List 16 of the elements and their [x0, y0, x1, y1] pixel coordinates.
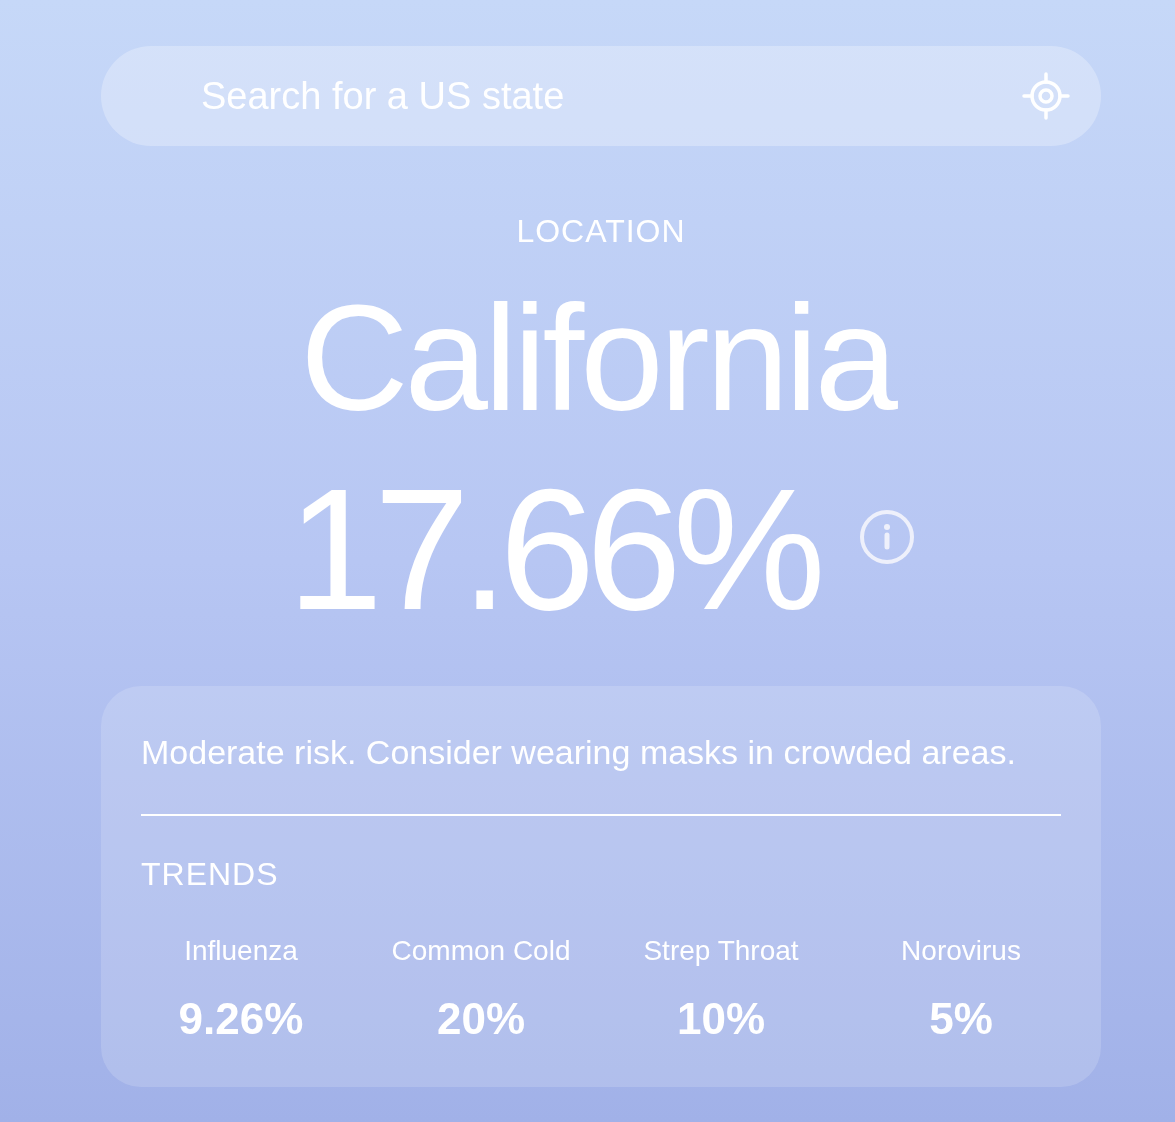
- trend-name: Norovirus: [901, 934, 1021, 968]
- location-label: LOCATION: [516, 213, 686, 249]
- trend-name: Strep Throat: [643, 934, 799, 968]
- trend-value: 9.26%: [178, 994, 304, 1044]
- crosshair-icon: [1022, 72, 1070, 120]
- location-name: California: [300, 283, 897, 433]
- trend-value: 5%: [929, 994, 993, 1044]
- advice-message: Moderate risk. Consider wearing masks in crowded areas.: [141, 732, 1017, 772]
- rate-value: 17.66%: [287, 463, 819, 635]
- info-icon[interactable]: [858, 509, 915, 565]
- trend-name: Common Cold: [391, 934, 571, 968]
- trend-value: 20%: [436, 994, 526, 1044]
- trends-heading: TRENDS: [141, 855, 279, 894]
- trend-value: 10%: [676, 994, 766, 1044]
- trend-name: Influenza: [184, 934, 298, 968]
- locate-button[interactable]: [1022, 72, 1070, 120]
